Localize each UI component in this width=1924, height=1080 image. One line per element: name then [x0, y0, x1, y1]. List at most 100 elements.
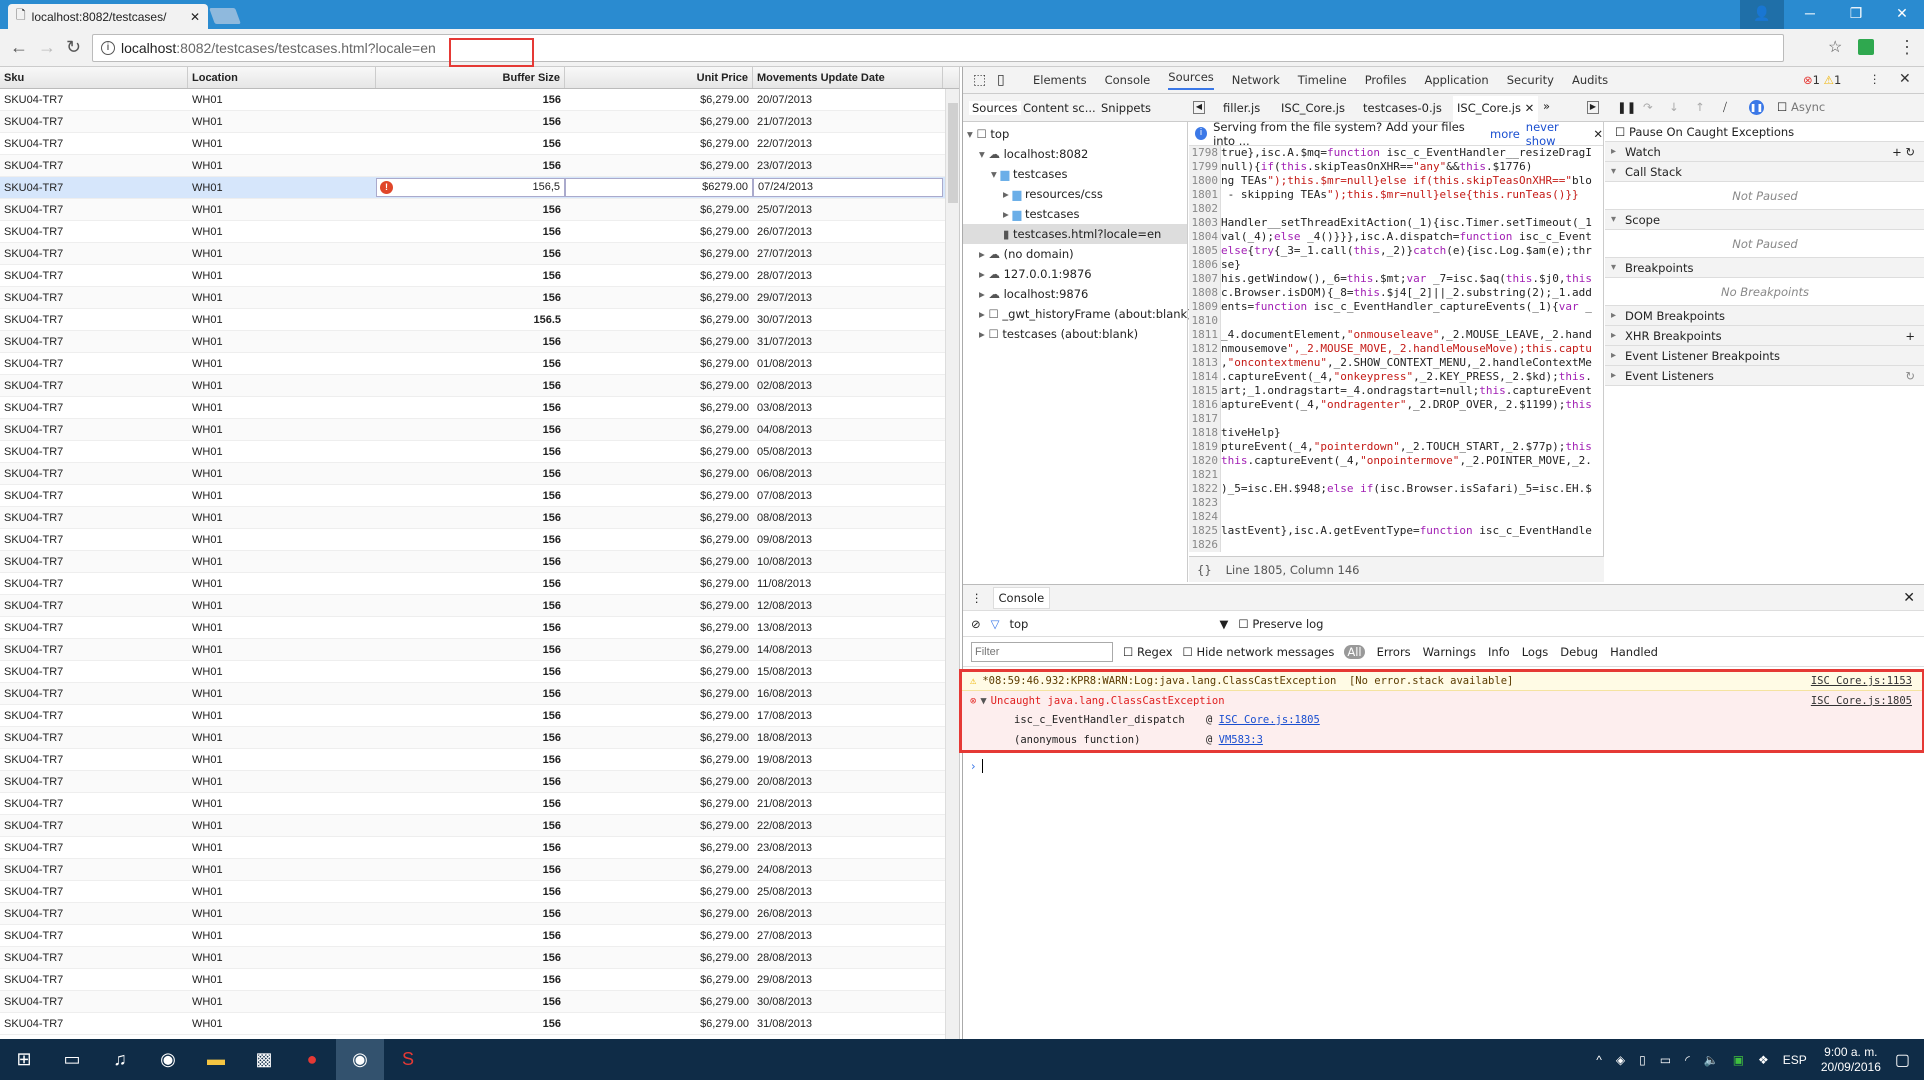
dom-breakpoints-section[interactable]: DOM Breakpoints [1605, 306, 1924, 326]
wifi-icon[interactable]: ◜ [1685, 1053, 1690, 1067]
bookmark-star-icon[interactable]: ☆ [1828, 37, 1842, 57]
line-number[interactable]: 1799 [1189, 160, 1221, 174]
tree-item[interactable]: ▮ testcases.html?locale=en [963, 224, 1187, 244]
line-number[interactable]: 1823 [1189, 496, 1221, 510]
grid-row[interactable]: SKU04-TR7 WH01 156 $6,279.00 23/07/2013 [0, 155, 959, 177]
file-tab-filler[interactable]: filler.js [1223, 101, 1260, 115]
app-icon[interactable]: ▩ [240, 1039, 288, 1080]
line-number[interactable]: 1806 [1189, 258, 1221, 272]
level-filter-logs[interactable]: Logs [1522, 645, 1549, 659]
line-number[interactable]: 1812 [1189, 342, 1221, 356]
app-red-icon[interactable]: ● [288, 1039, 336, 1080]
deactivate-breakpoints-icon[interactable]: ⧸ [1723, 100, 1727, 115]
event-listener-breakpoints-section[interactable]: Event Listener Breakpoints [1605, 346, 1924, 366]
add-xhr-bp-icon[interactable]: + [1905, 326, 1915, 346]
tray-green-icon[interactable]: ▣ [1733, 1053, 1744, 1067]
grid-row[interactable]: SKU04-TR7 WH01 156 $6,279.00 31/07/2013 [0, 331, 959, 353]
grid-row[interactable]: SKU04-TR7 WH01 156 $6,279.00 03/08/2013 [0, 397, 959, 419]
code-line[interactable]: 1806 se} [1189, 258, 1603, 272]
clock[interactable]: 9:00 a. m. 20/09/2016 [1821, 1045, 1881, 1075]
code-line[interactable]: 1800 ng TEAs");this.$mr=null}else if(this… [1189, 174, 1603, 188]
regex-checkbox[interactable]: ☐ Regex [1123, 645, 1173, 659]
level-filter-errors[interactable]: Errors [1377, 645, 1411, 659]
code-line[interactable]: 1807 his.getWindow(),_6=this.$mt;var _7=i… [1189, 272, 1603, 286]
tab-network[interactable]: Network [1232, 73, 1280, 87]
grid-row[interactable]: SKU04-TR7 WH01 156 $6,279.00 20/07/2013 [0, 89, 959, 111]
itunes-icon[interactable]: ♫ [96, 1039, 144, 1080]
browser-tab[interactable]: 🗋 localhost:8082/testcases/ ✕ [8, 4, 208, 29]
grid-row[interactable]: SKU04-TR7 WH01 156 $6,279.00 27/08/2013 [0, 925, 959, 947]
line-number[interactable]: 1826 [1189, 538, 1221, 552]
line-number[interactable]: 1814 [1189, 370, 1221, 384]
date-cell[interactable]: 07/24/2013 [753, 178, 943, 197]
line-number[interactable]: 1821 [1189, 468, 1221, 482]
devtools-menu-icon[interactable]: ⋮ [1869, 72, 1881, 86]
nav-tab-sources[interactable]: Sources [969, 101, 1021, 115]
event-listeners-section[interactable]: Event Listeners ↻ [1605, 366, 1924, 386]
grid-row[interactable]: SKU04-TR7 WH01 156 $6,279.00 11/08/2013 [0, 573, 959, 595]
tab-console[interactable]: Console [1105, 73, 1151, 87]
grid-row[interactable]: SKU04-TR7 WH01 156 $6,279.00 29/08/2013 [0, 969, 959, 991]
code-line[interactable]: 1798 true},isc.A.$mq=function isc_c_Event… [1189, 146, 1603, 160]
tab-close-icon[interactable]: ✕ [190, 10, 200, 24]
line-number[interactable]: 1825 [1189, 524, 1221, 538]
toggle-debugger-icon[interactable]: ▶ [1587, 101, 1599, 114]
grid-row[interactable]: SKU04-TR7 WH01 156 $6,279.00 21/07/2013 [0, 111, 959, 133]
reload-icon[interactable]: ↻ [66, 37, 81, 58]
level-filter-warnings[interactable]: Warnings [1423, 645, 1476, 659]
code-line[interactable]: 1817 [1189, 412, 1603, 426]
tree-item[interactable]: ▸ ☁ localhost:9876 [963, 284, 1187, 304]
code-line[interactable]: 1812 nmousemove",_2.MOUSE_MOVE,_2.handleM… [1189, 342, 1603, 356]
hide-network-checkbox[interactable]: ☐ Hide network messages [1183, 645, 1335, 659]
code-line[interactable]: 1799 null){if(this.skipTeasOnXHR=="any"&&… [1189, 160, 1603, 174]
code-line[interactable]: 1803 Handler__setThreadExitAction(_1){isc… [1189, 216, 1603, 230]
tab-timeline[interactable]: Timeline [1298, 73, 1347, 87]
grid-row[interactable]: SKU04-TR7 WH01 156 $6,279.00 22/07/2013 [0, 133, 959, 155]
grid-row[interactable]: SKU04-TR7 WH01 156 $6,279.00 15/08/2013 [0, 661, 959, 683]
line-number[interactable]: 1807 [1189, 272, 1221, 286]
code-line[interactable]: 1811 _4.documentElement,"onmouseleave",_2… [1189, 328, 1603, 342]
code-line[interactable]: 1813 ,"oncontextmenu",_2.SHOW_CONTEXT_MEN… [1189, 356, 1603, 370]
stack-link[interactable]: ISC Core.js:1805 [1219, 714, 1320, 726]
validation-error-icon[interactable]: ! [380, 181, 393, 194]
scrollbar-thumb[interactable] [948, 103, 958, 203]
tab-profiles[interactable]: Profiles [1365, 73, 1407, 87]
drawer-tab-console[interactable]: Console [992, 586, 1051, 609]
call-stack-section[interactable]: Call Stack [1605, 162, 1924, 182]
preserve-log-checkbox[interactable]: ☐ Preserve log [1238, 617, 1323, 631]
grid-row[interactable]: SKU04-TR7 WH01 156 $6,279.00 06/08/2013 [0, 463, 959, 485]
refresh-icon[interactable]: ↻ [1905, 366, 1915, 386]
pause-on-exceptions-icon[interactable]: ❚❚ [1749, 100, 1764, 115]
task-view-icon[interactable]: ▭ [48, 1039, 96, 1080]
tray-chevron-icon[interactable]: ^ [1596, 1053, 1602, 1067]
filter-input[interactable] [971, 641, 1113, 662]
code-line[interactable]: 1818 tiveHelp} [1189, 426, 1603, 440]
code-line[interactable]: 1822)_5=isc.EH.$948;else if(isc.Browser.… [1189, 482, 1603, 496]
async-checkbox[interactable]: ☐ Async [1777, 100, 1825, 114]
grid-row[interactable]: SKU04-TR7 WH01 156 $6,279.00 27/07/2013 [0, 243, 959, 265]
tab-audits[interactable]: Audits [1572, 73, 1608, 87]
grid-row[interactable]: SKU04-TR7 WH01 156 $6,279.00 17/08/2013 [0, 705, 959, 727]
back-icon[interactable]: ← [10, 37, 28, 58]
devtools-close-icon[interactable]: ✕ [1899, 71, 1911, 87]
column-header-update-date[interactable]: Movements Update Date [753, 67, 943, 88]
grid-row[interactable]: SKU04-TR7 WH01 156 $6,279.00 20/08/2013 [0, 771, 959, 793]
chrome-icon[interactable]: ◉ [144, 1039, 192, 1080]
code-line[interactable]: 1826 [1189, 538, 1603, 552]
line-number[interactable]: 1801 [1189, 188, 1221, 202]
pause-icon[interactable]: ❚❚ [1617, 100, 1636, 114]
breakpoints-section[interactable]: Breakpoints [1605, 258, 1924, 278]
column-header-buffer-size[interactable]: Buffer Size [376, 67, 565, 88]
grid-row[interactable]: SKU04-TR7 WH01 156 $6,279.00 13/08/2013 [0, 617, 959, 639]
line-number[interactable]: 1819 [1189, 440, 1221, 454]
battery-icon[interactable]: ▭ [1660, 1053, 1671, 1067]
more-link[interactable]: more [1490, 127, 1520, 141]
warning-source-link[interactable]: ISC Core.js:1153 [1811, 675, 1912, 687]
drawer-close-icon[interactable]: ✕ [1903, 590, 1915, 606]
pause-caught-checkbox[interactable]: ☐ Pause On Caught Exceptions [1605, 122, 1924, 142]
grid-row[interactable]: SKU04-TR7 WH01 156 $6,279.00 01/08/2013 [0, 353, 959, 375]
clear-console-icon[interactable]: ⊘ [971, 617, 981, 631]
tray-app-icon[interactable]: ◈ [1616, 1053, 1625, 1067]
level-filter-all[interactable]: All [1344, 644, 1365, 659]
xhr-breakpoints-section[interactable]: XHR Breakpoints + [1605, 326, 1924, 346]
